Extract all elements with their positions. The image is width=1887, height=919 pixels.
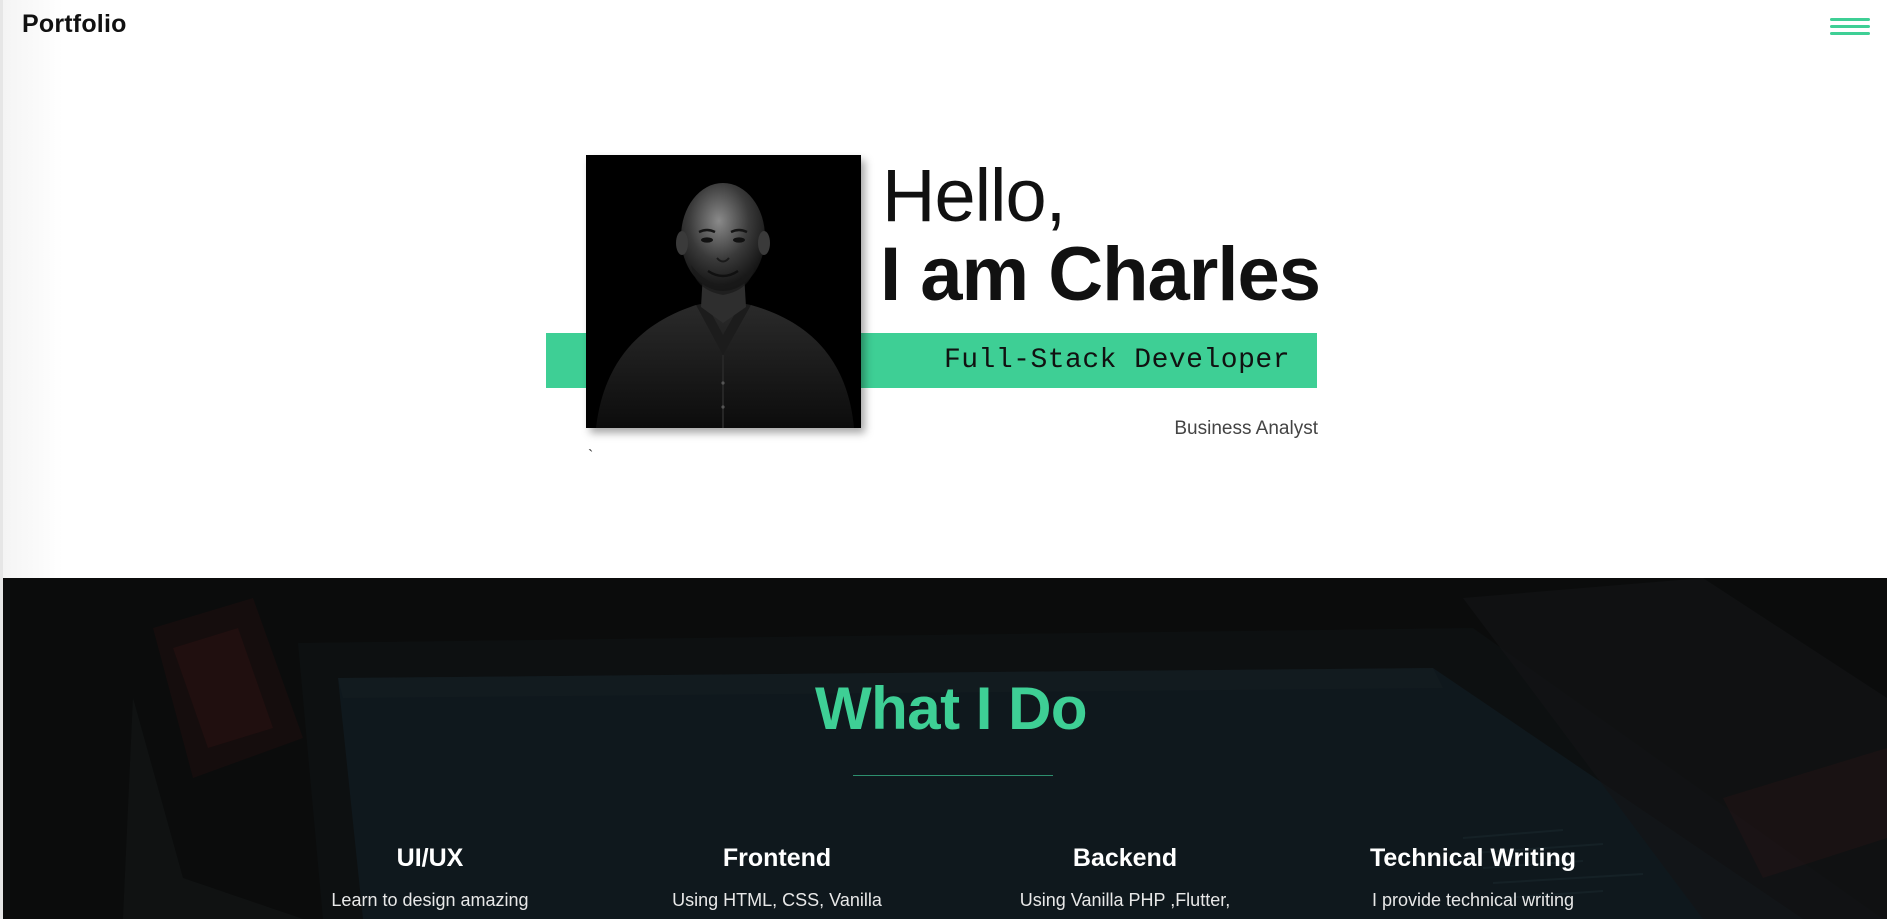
service-description: Learn to design amazing bbox=[331, 890, 529, 910]
service-card-technical-writing: Technical Writing I provide technical wr… bbox=[1323, 840, 1623, 911]
service-title: Technical Writing bbox=[1369, 844, 1577, 872]
service-title: Frontend bbox=[722, 844, 832, 872]
portrait-photo bbox=[586, 155, 861, 428]
service-title: UI/UX bbox=[396, 844, 464, 872]
hamburger-menu-icon[interactable] bbox=[1830, 18, 1870, 40]
section-title: What I Do bbox=[814, 675, 1088, 742]
secondary-role: Business Analyst bbox=[1174, 418, 1318, 439]
greeting-heading: Hello, bbox=[882, 154, 1066, 237]
service-description: Using HTML, CSS, Vanilla bbox=[672, 890, 882, 910]
service-card-frontend: Frontend Using HTML, CSS, Vanilla bbox=[627, 840, 927, 911]
service-description: I provide technical writing bbox=[1371, 890, 1575, 910]
service-card-uiux: UI/UX Learn to design amazing bbox=[280, 840, 580, 911]
menu-bar bbox=[1830, 25, 1870, 28]
stray-mark: ` bbox=[588, 448, 594, 465]
portrait-illustration bbox=[586, 155, 861, 428]
name-heading: I am Charles bbox=[880, 232, 1321, 317]
service-title: Backend bbox=[1072, 844, 1178, 872]
title-divider bbox=[853, 775, 1053, 776]
service-description: Using Vanilla PHP ,Flutter, bbox=[1019, 890, 1231, 910]
service-card-backend: Backend Using Vanilla PHP ,Flutter, bbox=[975, 840, 1275, 911]
navbar: Portfolio bbox=[0, 0, 1887, 54]
brand-logo[interactable]: Portfolio bbox=[22, 10, 127, 39]
page: Portfolio Full-Stack Developer Hello, I … bbox=[0, 0, 1887, 919]
menu-bar bbox=[1830, 32, 1870, 35]
menu-bar bbox=[1830, 18, 1870, 21]
services-section: What I Do UI/UX Learn to design amazing … bbox=[3, 578, 1887, 919]
